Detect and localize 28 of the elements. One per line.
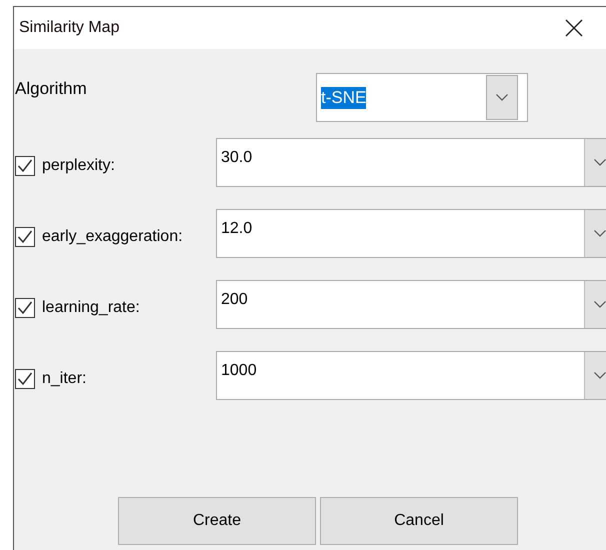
algorithm-dropdown[interactable]: t-SNE bbox=[316, 73, 528, 122]
algorithm-label: Algorithm bbox=[15, 78, 88, 99]
chevron-down-icon bbox=[496, 94, 508, 101]
checkbox[interactable] bbox=[15, 368, 35, 388]
parameter-combo-box[interactable]: 200 bbox=[216, 280, 606, 329]
parameter-combo-box[interactable]: 30.0 bbox=[216, 138, 606, 187]
chevron-down-icon bbox=[594, 159, 606, 166]
algorithm-value: t-SNE bbox=[321, 86, 366, 108]
parameter-label: early_exaggeration: bbox=[42, 228, 183, 246]
checkbox[interactable] bbox=[15, 298, 35, 318]
chevron-down-icon bbox=[594, 372, 606, 379]
parameter-value: 200 bbox=[221, 291, 248, 310]
parameter-label: perplexity: bbox=[42, 156, 115, 174]
checkbox[interactable] bbox=[15, 156, 35, 176]
parameter-label: n_iter: bbox=[42, 370, 86, 388]
dialog-button[interactable]: Create bbox=[118, 497, 316, 545]
chevron-down-icon bbox=[594, 230, 606, 237]
parameter-combo-box[interactable]: 1000 bbox=[216, 351, 606, 400]
parameter-value: 30.0 bbox=[221, 149, 252, 168]
parameter-label: learning_rate: bbox=[42, 298, 140, 316]
checkbox[interactable] bbox=[15, 226, 35, 246]
window-title: Similarity Map bbox=[19, 19, 120, 37]
parameter-value: 12.0 bbox=[221, 220, 252, 239]
chevron-down-icon bbox=[594, 301, 606, 308]
parameter-value: 1000 bbox=[221, 362, 257, 381]
dialog-button[interactable]: Cancel bbox=[320, 497, 518, 545]
parameter-combo-box[interactable]: 12.0 bbox=[216, 209, 606, 258]
close-icon[interactable] bbox=[565, 19, 583, 37]
